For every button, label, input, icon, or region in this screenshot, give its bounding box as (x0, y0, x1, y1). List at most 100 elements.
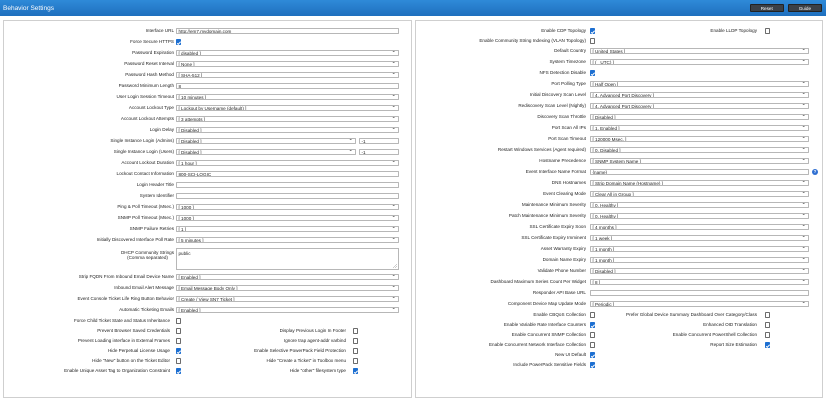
vlan-topology-checkbox[interactable] (590, 38, 596, 44)
lockout-duration-select[interactable]: [ 1 hour ] (176, 160, 399, 166)
lockout-type-select[interactable]: [ Lockout by Username (default) ] (176, 105, 399, 111)
lockout-attempts-select[interactable]: [ 3 attempts ] (176, 116, 399, 122)
initial-scan-select[interactable]: [ 4. Advanced Port Discovery ] (590, 92, 809, 98)
check-label: Include PowerPack Sensitive Fields (513, 362, 586, 367)
display-previous-login-checkbox[interactable] (353, 328, 359, 334)
lockout-type-label: Account Lockout Type (128, 105, 174, 110)
nfs-detection-checkbox[interactable] (590, 70, 596, 76)
password-reset-select[interactable]: [ None ] (176, 61, 399, 67)
timezone-select[interactable]: [ (_ UTC) ] (590, 59, 809, 65)
hostname-precedence-select[interactable]: [ SNMP System Name ] (590, 158, 809, 164)
country-label: Default Country (554, 48, 586, 53)
password-expiration-select[interactable]: [ disabled ] (176, 50, 399, 56)
responder-url-input[interactable] (590, 290, 809, 296)
single-login-admins-input[interactable]: -1 (359, 138, 399, 144)
login-timeout-label: User Login Session Timeout (116, 94, 174, 99)
reset-button[interactable]: Reset (749, 4, 784, 12)
restart-windows-select[interactable]: [ 0. Disabled ] (590, 147, 809, 153)
ticket-button-select[interactable]: [ Create / View SN7 Ticket ] (176, 296, 399, 302)
new-ui-default-checkbox[interactable] (590, 352, 596, 358)
hide-other-filesystem-checkbox[interactable] (353, 368, 359, 374)
asset-warranty-select[interactable]: [ 1 month ] (590, 246, 809, 252)
dns-hostnames-select[interactable]: [ Strip Domain Name (Hostname) ] (590, 180, 809, 186)
validate-phone-select[interactable]: [ Disabled ] (590, 268, 809, 274)
left-settings-panel: Interface URL http://em7.mydomain.com Fo… (3, 20, 412, 398)
check-label: New UI Default (555, 352, 586, 357)
scan-throttle-select[interactable]: [ Disabled ] (590, 114, 809, 120)
enhanced-oid-checkbox[interactable] (765, 322, 771, 328)
port-scan-timeout-label: Port Scan Timeout (548, 136, 586, 141)
event-clearing-select[interactable]: [ Clear All in Group ] (590, 191, 809, 197)
strip-fqdn-select[interactable]: [ Enabled ] (176, 274, 399, 280)
responder-url-label: Responder API Base URL (532, 290, 586, 295)
ping-timeout-select[interactable]: [ 1000 ] (176, 204, 399, 210)
login-delay-select[interactable]: [ Disabled ] (176, 127, 399, 133)
snmp-timeout-select[interactable]: [ 1000 ] (176, 215, 399, 221)
system-identifier-input[interactable] (176, 193, 399, 199)
patch-severity-select[interactable]: [ 0. Healthy ] (590, 213, 809, 219)
hide-create-ticket-checkbox[interactable] (353, 358, 359, 364)
single-login-users-select[interactable]: [ Disabled ] (176, 149, 356, 155)
login-header-label: Login Header Title (136, 182, 174, 187)
domain-expiry-select[interactable]: [ 1 month ] (590, 257, 809, 263)
port-polling-label: Port Polling Type (551, 81, 586, 86)
scan-throttle-label: Discovery Scan Throttle (537, 114, 586, 119)
snmp-retries-select[interactable]: [ 1 ] (176, 226, 399, 232)
ticket-button-label: Event Console Ticket Life Ring Button Be… (77, 296, 174, 301)
password-min-length-label: Password Minimum Length (118, 83, 174, 88)
dhcp-label: DHCP Community Strings (Comma separated) (120, 250, 174, 260)
check-label: Report Size Estimation (710, 342, 757, 347)
password-min-length-input[interactable]: 8 (176, 83, 399, 89)
guide-button[interactable]: Guide (787, 4, 822, 12)
auto-ticketing-label: Automatic Ticketing Emails (119, 307, 174, 312)
force-https-checkbox[interactable] (176, 39, 182, 45)
lockout-contact-input[interactable]: 800-SCI-LOGIC (176, 171, 399, 177)
check-label: Ignore trap agent-addr varbind (283, 338, 346, 343)
interface-url-input[interactable]: http://em7.mydomain.com (176, 28, 399, 34)
dhcp-community-textarea[interactable]: public (176, 248, 399, 270)
lldp-label: Enable LLDP Topology (710, 28, 757, 33)
country-select[interactable]: [ United States ] (590, 48, 809, 54)
vlan-label: Enable Community String Indexing (VLAN T… (479, 38, 586, 43)
ignore-trap-varbind-checkbox[interactable] (353, 338, 359, 344)
port-polling-select[interactable]: [ Half Open ] (590, 81, 809, 87)
port-scan-timeout-select[interactable]: [ 120000 Msec. ] (590, 136, 809, 142)
title-bar: Behavior Settings Reset Guide (0, 0, 826, 16)
inbound-alert-select[interactable]: [ Email Message Body Only ] (176, 285, 399, 291)
login-delay-label: Login Delay (149, 127, 174, 132)
maint-severity-label: Maintenance Minimum Severity (521, 202, 586, 207)
lockout-contact-label: Lockout Contact Information (116, 171, 174, 176)
selective-field-protection-checkbox[interactable] (353, 348, 359, 354)
resize-grip-icon[interactable] (393, 264, 397, 268)
nfs-label: NFS Detection Disable (539, 70, 586, 75)
dashboard-max-select[interactable]: [ 8 ] (590, 279, 809, 285)
single-login-admins-select[interactable]: [ Disabled ] (176, 138, 356, 144)
ssl-imminent-select[interactable]: [ 1 week ] (590, 235, 809, 241)
event-iface-format-input[interactable]: {name} (590, 169, 809, 175)
port-scan-ips-select[interactable]: [ 1. Enabled ] (590, 125, 809, 131)
rediscovery-select[interactable]: [ 4. Advanced Port Discovery ] (590, 103, 809, 109)
system-identifier-label: System Identifier (139, 193, 174, 198)
lldp-topology-checkbox[interactable] (765, 28, 771, 34)
password-hash-select[interactable]: [ SHA-512 ] (176, 72, 399, 78)
auto-ticketing-select[interactable]: [ Enabled ] (176, 307, 399, 313)
prefer-global-dashboard-checkbox[interactable] (765, 312, 771, 318)
single-login-users-input[interactable]: -1 (359, 149, 399, 155)
component-mode-label: Component Device Map Update Mode (507, 301, 586, 306)
check-label: Hide "other" filesystem type (289, 368, 346, 373)
force-child-ticket-checkbox[interactable] (176, 318, 182, 324)
strip-fqdn-label: Strip FQDN From Inbound Email Device Nam… (78, 274, 174, 279)
password-reset-label: Password Reset Interval (124, 61, 174, 66)
check-label: Enable Concurrent PowerShell Collection (672, 332, 757, 337)
powerpack-sensitive-checkbox[interactable] (590, 362, 596, 368)
concurrent-powershell-checkbox[interactable] (765, 332, 771, 338)
help-circle-icon[interactable]: ? (812, 169, 818, 175)
right-settings-panel: Enable CDP Topology Enable LLDP Topology… (415, 20, 823, 398)
poll-rate-select[interactable]: [ 5 minutes ] (176, 237, 399, 243)
ssl-soon-select[interactable]: [ 4 months ] (590, 224, 809, 230)
maint-severity-select[interactable]: [ 0. Healthy ] (590, 202, 809, 208)
login-timeout-select[interactable]: [ 10 minutes ] (176, 94, 399, 100)
report-size-checkbox[interactable] (765, 342, 771, 348)
component-mode-select[interactable]: [ Periodic ] (590, 301, 809, 307)
login-header-input[interactable] (176, 182, 399, 188)
